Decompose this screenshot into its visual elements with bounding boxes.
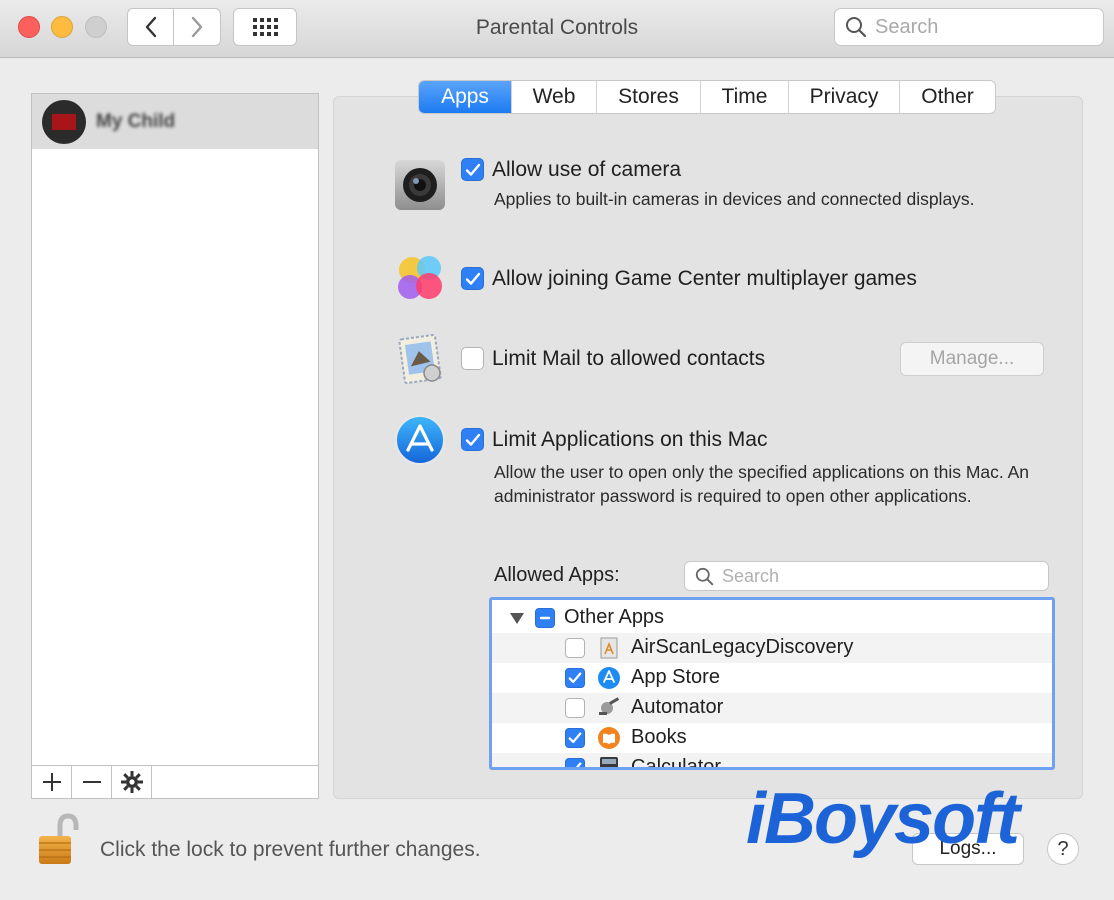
limit-mail-label: Limit Mail to allowed contacts: [492, 347, 766, 370]
plus-icon: [42, 773, 61, 791]
preferences-search-field[interactable]: Search: [834, 8, 1104, 46]
tab-time[interactable]: Time: [701, 81, 789, 113]
tab-web[interactable]: Web: [512, 81, 597, 113]
user-list: My Child: [31, 93, 319, 799]
app-store-icon: [394, 414, 446, 471]
parental-controls-window: Parental Controls Search My Child Apps W…: [0, 0, 1114, 900]
minus-icon: [82, 781, 101, 783]
disclosure-triangle-icon[interactable]: [509, 612, 525, 625]
list-item: Books: [492, 723, 1052, 753]
gear-icon: [120, 771, 143, 793]
checkmark-icon: [465, 433, 480, 446]
remove-user-button[interactable]: [72, 766, 112, 798]
lock-icon[interactable]: [36, 812, 80, 873]
app-name: AirScanLegacyDiscovery: [631, 636, 854, 658]
allow-game-center-label: Allow joining Game Center multiplayer ga…: [492, 267, 917, 290]
tab-apps[interactable]: Apps: [419, 81, 512, 113]
app-name: Automator: [631, 696, 724, 718]
avatar: [42, 99, 86, 144]
limit-applications-description: Allow the user to open only the specifie…: [494, 462, 1030, 506]
user-name: My Child: [96, 110, 176, 132]
checkmark-icon: [465, 163, 480, 176]
checkmark-icon: [575, 762, 582, 767]
tab-stores[interactable]: Stores: [597, 81, 701, 113]
allowed-apps-search-placeholder: Search: [722, 565, 780, 586]
camera-icon: [393, 158, 447, 217]
allowed-apps-list: Other Apps AirScanLegacyDiscovery App St…: [489, 597, 1055, 770]
app-name: Books: [631, 726, 687, 748]
list-group-other-apps[interactable]: Other Apps: [492, 603, 1052, 633]
tab-privacy[interactable]: Privacy: [789, 81, 900, 113]
user-list-toolbar: [32, 765, 318, 798]
checkmark-icon: [465, 272, 480, 285]
limit-mail-checkbox[interactable]: [461, 347, 484, 370]
allow-game-center-checkbox[interactable]: [461, 267, 484, 290]
list-item: Calculator: [492, 753, 1052, 770]
search-placeholder: Search: [875, 15, 939, 38]
app-checkbox-calculator[interactable]: [565, 758, 585, 767]
allowed-apps-label: Allowed Apps:: [494, 564, 620, 586]
checkmark-icon: [568, 732, 582, 744]
airscan-icon: [597, 636, 621, 660]
allow-camera-checkbox[interactable]: [461, 158, 484, 181]
app-checkbox-books[interactable]: [565, 728, 585, 748]
group-name: Other Apps: [564, 606, 665, 628]
other-apps-checkbox[interactable]: [535, 608, 555, 628]
title-bar: Parental Controls Search: [0, 0, 1114, 58]
app-checkbox-airscan[interactable]: [565, 638, 585, 658]
limit-applications-checkbox[interactable]: [461, 428, 484, 451]
books-icon: [597, 726, 621, 750]
calculator-icon: [597, 756, 621, 767]
mail-icon: [396, 333, 446, 392]
tab-other[interactable]: Other: [900, 81, 995, 113]
lock-status-text: Click the lock to prevent further change…: [100, 838, 481, 861]
watermark-logo: iBoysoft: [746, 779, 1020, 859]
app-name: Calculator: [631, 756, 722, 770]
list-item: Automator: [492, 693, 1052, 723]
limit-applications-label: Limit Applications on this Mac: [492, 428, 768, 451]
app-name: App Store: [631, 666, 720, 688]
list-item: AirScanLegacyDiscovery: [492, 633, 1052, 663]
app-store-icon: [597, 666, 621, 690]
app-checkbox-app-store[interactable]: [565, 668, 585, 688]
checkmark-icon: [568, 672, 582, 684]
search-icon: [695, 567, 714, 585]
allow-camera-label: Allow use of camera: [492, 158, 682, 181]
user-settings-button[interactable]: [112, 766, 152, 798]
list-item: App Store: [492, 663, 1052, 693]
add-user-button[interactable]: [32, 766, 72, 798]
help-button[interactable]: ?: [1047, 833, 1079, 865]
mixed-state-icon: [539, 616, 551, 620]
app-checkbox-automator[interactable]: [565, 698, 585, 718]
search-icon: [846, 17, 867, 38]
allow-camera-description: Applies to built-in cameras in devices a…: [494, 189, 975, 209]
user-row-selected[interactable]: My Child: [32, 94, 318, 149]
manage-contacts-button[interactable]: Manage...: [900, 342, 1044, 376]
game-center-icon: [394, 252, 448, 311]
tab-bar: Apps Web Stores Time Privacy Other: [418, 80, 996, 114]
automator-icon: [597, 696, 621, 720]
allowed-apps-search-field[interactable]: Search: [684, 561, 1049, 591]
